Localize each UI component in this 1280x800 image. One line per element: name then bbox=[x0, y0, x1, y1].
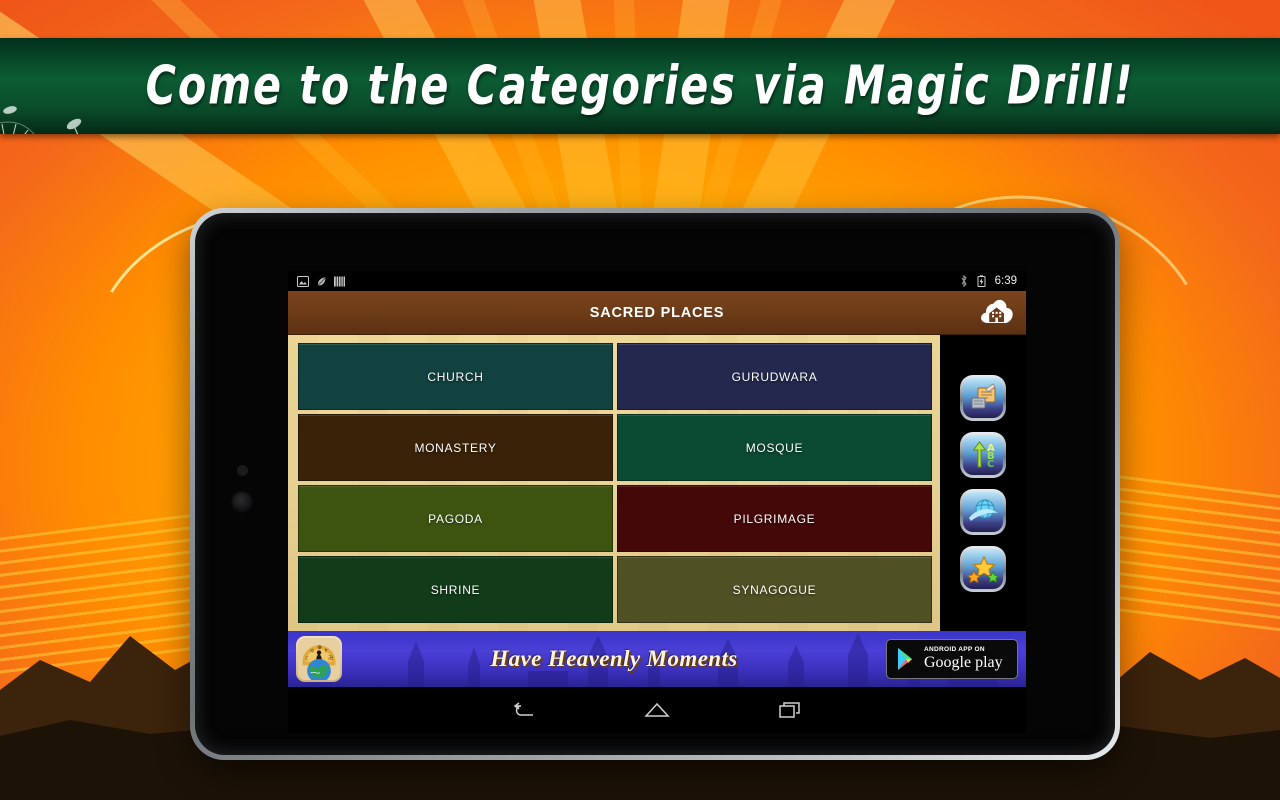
svg-text:卍: 卍 bbox=[328, 655, 333, 662]
home-button[interactable] bbox=[978, 295, 1016, 331]
svg-text:✝: ✝ bbox=[324, 649, 329, 655]
category-tile-label: MONASTERY bbox=[414, 440, 497, 455]
category-tile-label: SYNAGOGUE bbox=[732, 582, 817, 597]
svg-text:☸: ☸ bbox=[317, 644, 322, 651]
sort-abc-button[interactable]: A B C bbox=[960, 431, 1006, 478]
svg-text:C: C bbox=[987, 459, 994, 470]
globe-swoosh-icon bbox=[969, 499, 998, 521]
tablet-bezel: 6:39 SACRED PLACES CHURCH GURUDWARA MONA… bbox=[195, 213, 1115, 755]
google-play-icon bbox=[898, 648, 912, 670]
battery-charging-icon bbox=[977, 275, 986, 287]
category-tile-label: PILGRIMAGE bbox=[733, 511, 816, 526]
back-icon bbox=[514, 702, 534, 716]
category-grid: CHURCH GURUDWARA MONASTERY MOSQUE PAGODA… bbox=[298, 343, 932, 623]
dandelion-icon bbox=[0, 106, 82, 134]
favorites-button[interactable] bbox=[960, 545, 1006, 592]
device-screen: 6:39 SACRED PLACES CHURCH GURUDWARA MONA… bbox=[288, 271, 1026, 733]
promo-headline: Come to the Categories via Magic Drill! bbox=[145, 54, 1135, 118]
category-tile-label: SHRINE bbox=[430, 582, 481, 597]
leaf-icon bbox=[317, 277, 326, 286]
status-bar: 6:39 bbox=[288, 271, 1026, 291]
ad-headline: Have Heavenly Moments bbox=[490, 646, 738, 671]
category-tile-label: MOSQUE bbox=[745, 440, 804, 455]
google-play-badge[interactable]: ANDROID APP ON Google play bbox=[886, 639, 1018, 679]
nav-recents-button[interactable] bbox=[768, 695, 812, 725]
nav-home-button[interactable] bbox=[635, 695, 679, 725]
ad-app-icon: ☾ ✡ ☸ ✝ 卍 bbox=[296, 636, 342, 683]
svg-text:☾: ☾ bbox=[305, 656, 310, 662]
flashcards-button[interactable] bbox=[960, 374, 1006, 421]
explore-globe-button[interactable] bbox=[960, 488, 1006, 535]
category-tile[interactable]: PAGODA bbox=[298, 485, 613, 552]
page-title: SACRED PLACES bbox=[589, 304, 725, 321]
cloud-home-icon bbox=[981, 299, 1013, 323]
category-tile[interactable]: MONASTERY bbox=[298, 414, 613, 481]
play-badge-main: Google play bbox=[924, 653, 1003, 671]
nav-back-button[interactable] bbox=[502, 695, 546, 725]
category-tile-label: CHURCH bbox=[427, 369, 484, 384]
category-tile[interactable]: PILGRIMAGE bbox=[617, 485, 932, 552]
ad-banner[interactable]: ☾ ✡ ☸ ✝ 卍 Have Heavenly Moments ANDROID … bbox=[288, 631, 1026, 687]
tablet-device: 6:39 SACRED PLACES CHURCH GURUDWARA MONA… bbox=[190, 208, 1120, 760]
screenshot-icon bbox=[297, 275, 309, 287]
recents-icon bbox=[778, 702, 800, 718]
tool-rail: A B C bbox=[940, 335, 1026, 631]
flashcards-icon bbox=[971, 382, 996, 408]
bluetooth-icon bbox=[961, 275, 967, 287]
category-grid-panel: CHURCH GURUDWARA MONASTERY MOSQUE PAGODA… bbox=[288, 335, 940, 631]
home-icon bbox=[644, 702, 670, 717]
category-tile-label: GURUDWARA bbox=[731, 369, 818, 384]
status-clock: 6:39 bbox=[994, 275, 1017, 287]
category-tile[interactable]: CHURCH bbox=[298, 343, 613, 410]
category-tile-label: PAGODA bbox=[428, 511, 483, 526]
sort-abc-icon: A B C bbox=[972, 440, 995, 470]
svg-text:✡: ✡ bbox=[310, 648, 315, 655]
stars-favorite-icon bbox=[966, 555, 1000, 583]
front-camera bbox=[231, 491, 253, 513]
android-nav-bar bbox=[288, 687, 1026, 733]
promo-banner: Come to the Categories via Magic Drill! bbox=[0, 38, 1280, 134]
sim-bars-icon bbox=[334, 276, 345, 286]
category-tile[interactable]: MOSQUE bbox=[617, 414, 932, 481]
category-tile[interactable]: SHRINE bbox=[298, 556, 613, 623]
ambient-sensor bbox=[237, 465, 248, 476]
app-title-bar: SACRED PLACES bbox=[288, 291, 1026, 335]
globe-religions-icon: ☾✡ ☸✝卍 bbox=[298, 638, 340, 683]
category-tile[interactable]: GURUDWARA bbox=[617, 343, 932, 410]
content-area: CHURCH GURUDWARA MONASTERY MOSQUE PAGODA… bbox=[288, 335, 1026, 631]
category-tile[interactable]: SYNAGOGUE bbox=[617, 556, 932, 623]
play-badge-sub: ANDROID APP ON bbox=[924, 646, 985, 654]
